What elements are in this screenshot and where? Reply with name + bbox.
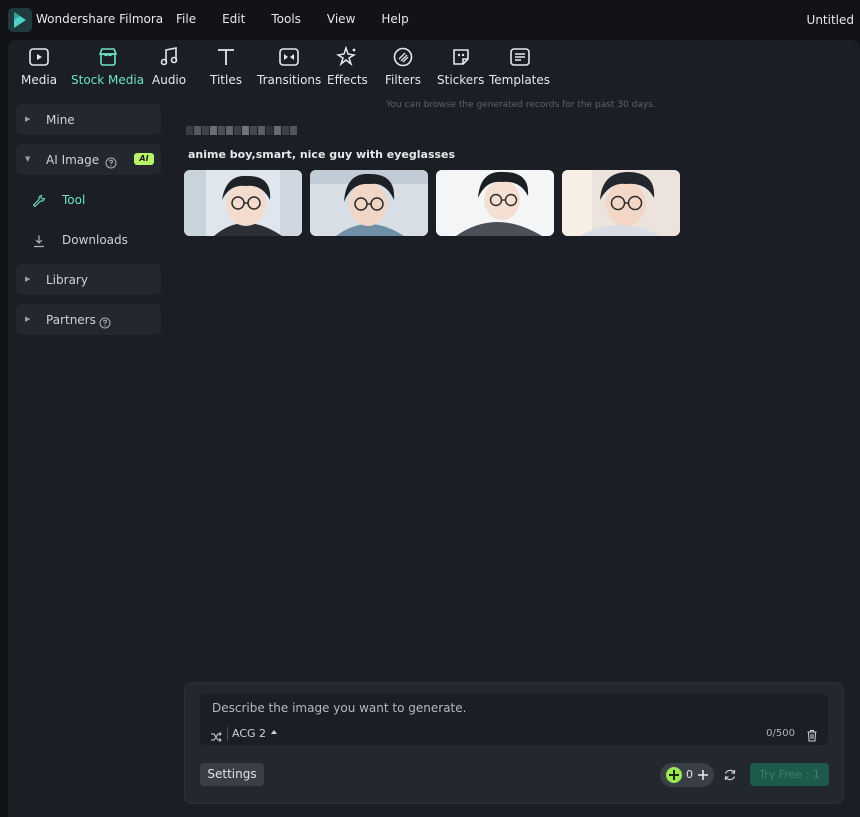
prompt-input[interactable] — [212, 701, 772, 715]
media-icon — [28, 46, 50, 68]
sidebar-item-downloads[interactable]: Downloads — [16, 225, 161, 255]
filmora-logo-icon — [8, 8, 32, 32]
sidebar-item-mine[interactable]: ▶ Mine — [16, 104, 161, 135]
shuffle-icon[interactable] — [210, 728, 222, 742]
help-icon[interactable] — [105, 154, 117, 169]
help-icon[interactable] — [99, 314, 111, 329]
sidebar-item-tool[interactable]: Tool — [16, 185, 161, 215]
tab-audio[interactable]: Audio — [152, 46, 186, 87]
sidebar-item-ai-image[interactable]: ▼ AI Image AI — [16, 144, 161, 175]
generated-image-4[interactable] — [562, 170, 680, 236]
generated-image-2[interactable] — [310, 170, 428, 236]
transitions-icon — [278, 46, 300, 68]
refresh-icon[interactable] — [723, 767, 737, 781]
credit-coin-icon — [666, 767, 682, 783]
sidebar-item-partners[interactable]: ▶ Partners — [16, 304, 161, 335]
media-toolbar: Media Stock Media Audio Titles Transitio… — [8, 40, 860, 96]
sparkle-icon — [336, 46, 358, 68]
templates-icon — [509, 46, 531, 68]
divider — [227, 727, 228, 741]
credit-count: 0 — [686, 768, 693, 781]
menu-view[interactable]: View — [327, 12, 355, 26]
menu-file[interactable]: File — [176, 12, 196, 26]
history-notice: You can browse the generated records for… — [386, 100, 656, 110]
sidebar-item-library[interactable]: ▶ Library — [16, 264, 161, 295]
text-t-icon — [215, 46, 237, 68]
document-title: Untitled — [806, 13, 854, 27]
menu-edit[interactable]: Edit — [222, 12, 245, 26]
menu-bar: File Edit Tools View Help — [176, 12, 435, 26]
caret-down-icon: ▼ — [25, 155, 31, 163]
caret-right-icon: ▶ — [25, 315, 31, 323]
generated-image-1[interactable] — [184, 170, 302, 236]
tab-filters[interactable]: Filters — [385, 46, 421, 87]
generated-image-3[interactable] — [436, 170, 554, 236]
sidebar: ▶ Mine ▼ AI Image AI Tool Downloads ▶ Li… — [8, 96, 182, 817]
title-bar: Wondershare Filmora File Edit Tools View… — [0, 0, 860, 40]
wrench-icon — [32, 193, 46, 208]
tab-stickers[interactable]: Stickers — [437, 46, 484, 87]
menu-help[interactable]: Help — [381, 12, 408, 26]
tab-media[interactable]: Media — [21, 46, 57, 87]
music-note-icon — [158, 46, 180, 68]
ai-badge: AI — [134, 153, 154, 165]
filter-icon — [392, 46, 414, 68]
menu-tools[interactable]: Tools — [271, 12, 301, 26]
credits-pill[interactable]: 0 — [660, 763, 714, 787]
prompt-title: anime boy,smart, nice guy with eyeglasse… — [188, 148, 456, 161]
prompt-box: ACG 2 0/500 — [200, 694, 828, 745]
settings-button[interactable]: Settings — [200, 763, 264, 786]
tab-effects[interactable]: Effects — [327, 46, 368, 87]
caret-up-icon[interactable] — [271, 730, 277, 734]
trash-icon[interactable] — [806, 727, 818, 742]
stock-media-icon — [97, 46, 119, 68]
sticker-icon — [450, 46, 472, 68]
ai-image-generator-panel: ACG 2 0/500 Settings 0 Try Free : 1 — [184, 682, 844, 804]
main-content: You can browse the generated records for… — [182, 96, 860, 817]
char-count: 0/500 — [766, 728, 795, 739]
tab-transitions[interactable]: Transitions — [257, 46, 321, 87]
tab-titles[interactable]: Titles — [210, 46, 242, 87]
style-select[interactable]: ACG 2 — [232, 727, 266, 740]
tab-stock-media[interactable]: Stock Media — [71, 46, 144, 87]
app-name: Wondershare Filmora — [36, 12, 164, 26]
caret-right-icon: ▶ — [25, 115, 31, 123]
try-free-button[interactable]: Try Free : 1 — [750, 763, 829, 786]
blurred-date-label — [186, 126, 298, 135]
caret-right-icon: ▶ — [25, 275, 31, 283]
tab-templates[interactable]: Templates — [489, 46, 550, 87]
download-icon — [32, 233, 46, 248]
plus-icon[interactable] — [696, 767, 710, 781]
